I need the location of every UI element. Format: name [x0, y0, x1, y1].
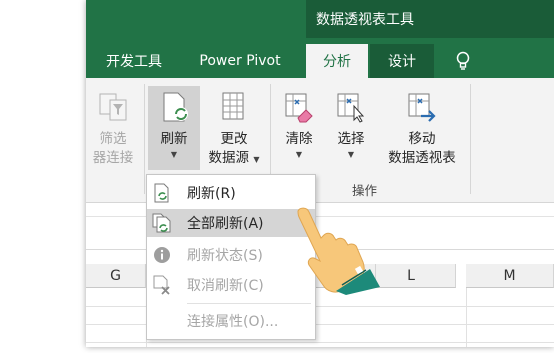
refresh-document-icon: [157, 90, 191, 130]
refresh-all-icon: [147, 213, 177, 233]
select-cursor-icon: [334, 90, 368, 130]
column-header[interactable]: M: [466, 264, 554, 288]
clear-button[interactable]: 清除 ▼: [274, 90, 324, 161]
menu-item-connection-properties[interactable]: 连接属性(O)...: [147, 307, 315, 335]
pivot-tools-context-header: 数据透视表工具: [306, 0, 554, 38]
tab-analyze[interactable]: 分析: [306, 44, 368, 78]
menu-item-label: 全部刷新(A): [187, 216, 264, 232]
change-data-source-label-1: 更改: [220, 131, 248, 147]
move-pivot-table-label-1: 移动: [408, 131, 436, 147]
select-label: 选择: [337, 131, 365, 147]
move-pivot-table-button[interactable]: 移动 数据透视表: [380, 90, 464, 168]
select-button[interactable]: 选择 ▼: [326, 90, 376, 161]
move-pivot-table-icon: [405, 90, 439, 130]
filter-connections-label-2: 器连接: [92, 150, 134, 166]
menu-item-label: 取消刷新(C): [187, 278, 264, 294]
menu-item-refresh[interactable]: 刷新(R): [147, 179, 315, 207]
actions-group-label: 操作: [352, 183, 378, 198]
menu-item-label: 刷新(R): [187, 186, 236, 202]
tab-developer[interactable]: 开发工具: [94, 44, 174, 78]
change-data-source-icon: [217, 90, 251, 130]
change-data-source-label-2: 数据源 ▼: [208, 150, 260, 166]
change-data-source-button[interactable]: 更改 数据源 ▼: [202, 90, 266, 168]
column-header[interactable]: G: [86, 264, 146, 288]
menu-separator: [187, 303, 311, 304]
chevron-down-icon: ▼: [170, 150, 178, 159]
tab-design[interactable]: 设计: [370, 44, 434, 78]
filter-connections-label-1: 筛选: [99, 131, 127, 147]
clear-label: 清除: [285, 131, 313, 147]
ribbon-separator: [144, 84, 145, 194]
info-icon: [147, 246, 177, 264]
refresh-document-icon: [147, 183, 177, 203]
ribbon-separator: [470, 84, 471, 194]
chevron-down-icon: ▼: [347, 150, 355, 159]
filter-connections-icon: [96, 90, 130, 130]
refresh-button[interactable]: 刷新 ▼: [148, 86, 200, 170]
lightbulb-icon[interactable]: [456, 51, 470, 75]
refresh-label: 刷新: [160, 131, 188, 147]
tab-power-pivot[interactable]: Power Pivot: [184, 44, 296, 78]
cancel-refresh-icon: [147, 275, 177, 295]
chevron-down-icon: ▼: [295, 150, 303, 159]
pointing-hand-icon: [290, 205, 380, 299]
grid-row-line: [86, 342, 554, 343]
menu-item-label: 刷新状态(S): [187, 248, 263, 264]
filter-connections-button[interactable]: 筛选 器连接: [88, 90, 138, 168]
menu-item-label: 连接属性(O)...: [187, 314, 279, 330]
grid-column-line: [466, 288, 467, 347]
chevron-down-icon: ▼: [253, 155, 260, 164]
clear-eraser-icon: [282, 90, 316, 130]
move-pivot-table-label-2: 数据透视表: [388, 150, 456, 166]
